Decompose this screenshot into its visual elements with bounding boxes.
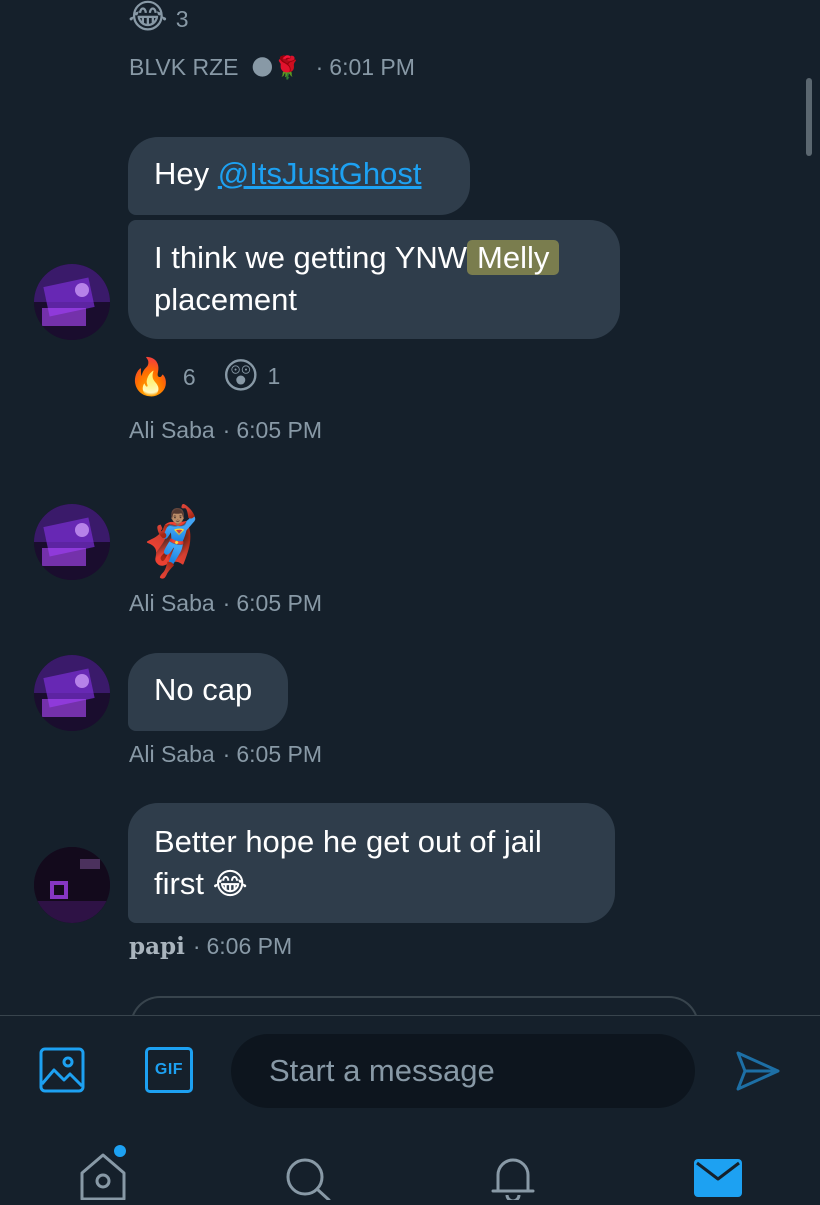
astonished-face-icon: 😲 (222, 356, 260, 397)
sender-name[interactable]: Ali Saba (129, 741, 215, 767)
message-text: Better hope he get out of jail (154, 824, 542, 859)
timestamp: 6:05 PM (236, 417, 322, 443)
sender-name[interactable]: Ali Saba (129, 590, 215, 616)
message-text: No cap (154, 672, 253, 707)
media-button[interactable] (38, 1046, 86, 1094)
tab-search[interactable] (283, 1155, 333, 1202)
search-icon (286, 1158, 331, 1202)
mention-link[interactable]: @ItsJustGhost (218, 156, 422, 191)
message-input-placeholder: Start a message (269, 1053, 495, 1088)
scrollbar[interactable] (806, 78, 812, 156)
message-text: placement (154, 282, 298, 317)
highlighted-text: Melly (467, 240, 560, 275)
reaction-count: 1 (267, 363, 281, 389)
avatar[interactable] (34, 264, 110, 340)
bell-icon (491, 1158, 535, 1203)
message-meta: BLVK RZE 🌑🌹 · 6:01 PM (129, 54, 415, 81)
message-bubble[interactable]: Hey @ItsJustGhost (128, 137, 470, 215)
top-reaction[interactable]: 😂 3 (128, 0, 189, 34)
timestamp: 6:06 PM (206, 933, 293, 959)
fire-icon: 🔥 (128, 357, 173, 398)
bottom-tab-bar (0, 1125, 820, 1203)
avatar[interactable] (34, 847, 110, 923)
envelope-icon (694, 1159, 742, 1197)
reaction-count: 3 (175, 5, 189, 32)
timestamp: 6:01 PM (329, 54, 415, 80)
image-icon (39, 1047, 85, 1093)
sender-name[interactable]: papi (129, 933, 185, 960)
message-meta: Ali Saba · 6:05 PM (129, 590, 322, 617)
reaction-count: 6 (182, 363, 196, 390)
message-text: first (154, 866, 213, 901)
message-text: I think we getting YNW (154, 240, 468, 275)
message-composer: GIF Start a message (0, 1015, 820, 1126)
message-bubble[interactable]: No cap (128, 653, 288, 731)
meta-separator: · (222, 417, 231, 443)
tears-of-joy-icon: 😂 (128, 0, 168, 37)
message-meta: Ali Saba · 6:05 PM (129, 417, 322, 444)
avatar-image (34, 504, 110, 580)
tab-home[interactable] (78, 1143, 128, 1201)
sender-name[interactable]: Ali Saba (129, 417, 215, 443)
avatar-image (34, 264, 110, 340)
meta-separator: · (222, 590, 231, 616)
message-meta: Ali Saba · 6:05 PM (129, 741, 322, 768)
meta-separator: · (222, 741, 231, 767)
emoji-message[interactable]: 🦸🏽‍♂️ (130, 502, 212, 582)
sender-emoji-icons: 🌑🌹 (250, 56, 302, 81)
avatar-image (34, 847, 110, 923)
sender-name[interactable]: BLVK RZE (129, 54, 239, 80)
avatar[interactable] (34, 504, 110, 580)
reaction-astonished[interactable]: 😲 1 (222, 356, 280, 397)
timestamp: 6:05 PM (236, 741, 322, 767)
timestamp: 6:05 PM (236, 590, 322, 616)
avatar[interactable] (34, 655, 110, 731)
message-meta: papi · 6:06 PM (129, 933, 292, 960)
reaction-fire[interactable]: 🔥 6 (128, 356, 196, 398)
meta-separator: · (192, 933, 201, 959)
send-button[interactable] (735, 1050, 781, 1092)
message-bubble[interactable]: Better hope he get out of jail first 😂 (128, 803, 615, 923)
meta-separator: · (315, 54, 324, 80)
tears-of-joy-icon: 😂 (212, 867, 248, 902)
send-icon (736, 1051, 780, 1091)
home-icon (80, 1145, 126, 1201)
tab-notifications[interactable] (490, 1153, 536, 1203)
avatar-image (34, 655, 110, 731)
message-bubble[interactable]: I think we getting YNW Melly placement (128, 220, 620, 339)
gif-icon: GIF (154, 1061, 184, 1078)
message-input[interactable]: Start a message (231, 1034, 695, 1108)
tab-messages[interactable] (694, 1157, 742, 1197)
notification-dot (114, 1145, 126, 1157)
gif-button[interactable]: GIF (145, 1047, 193, 1093)
message-text: Hey (154, 156, 218, 191)
